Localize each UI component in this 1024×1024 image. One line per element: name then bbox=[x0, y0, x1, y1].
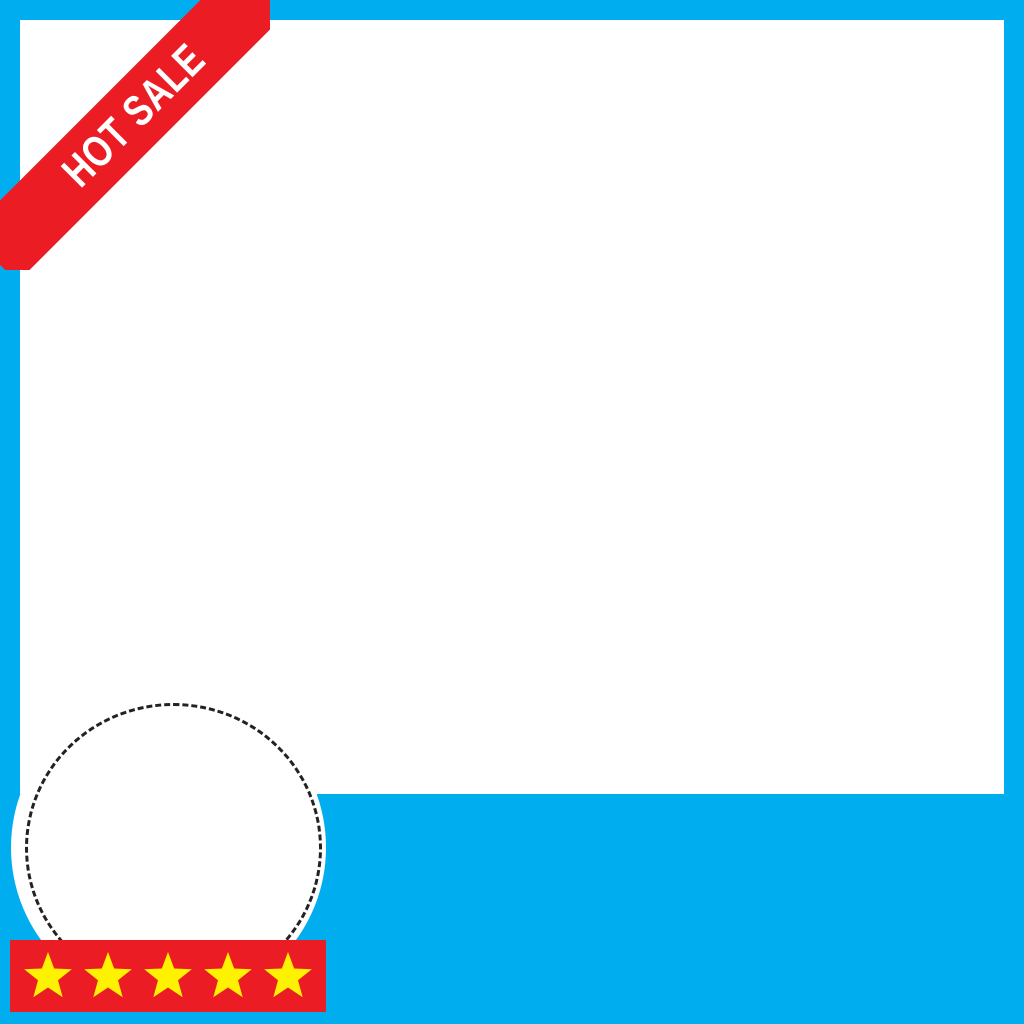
ribbon-label: HOT SALE bbox=[52, 34, 215, 197]
ribbon-band: HOT SALE bbox=[0, 0, 270, 270]
star-icon bbox=[204, 952, 252, 998]
product-frame: HOT SALE bbox=[0, 0, 1024, 1024]
star-icon bbox=[264, 952, 312, 998]
rating-bar bbox=[10, 940, 326, 1012]
star-icon bbox=[144, 952, 192, 998]
star-icon bbox=[24, 952, 72, 998]
hot-sale-ribbon: HOT SALE bbox=[0, 0, 270, 270]
star-icon bbox=[84, 952, 132, 998]
